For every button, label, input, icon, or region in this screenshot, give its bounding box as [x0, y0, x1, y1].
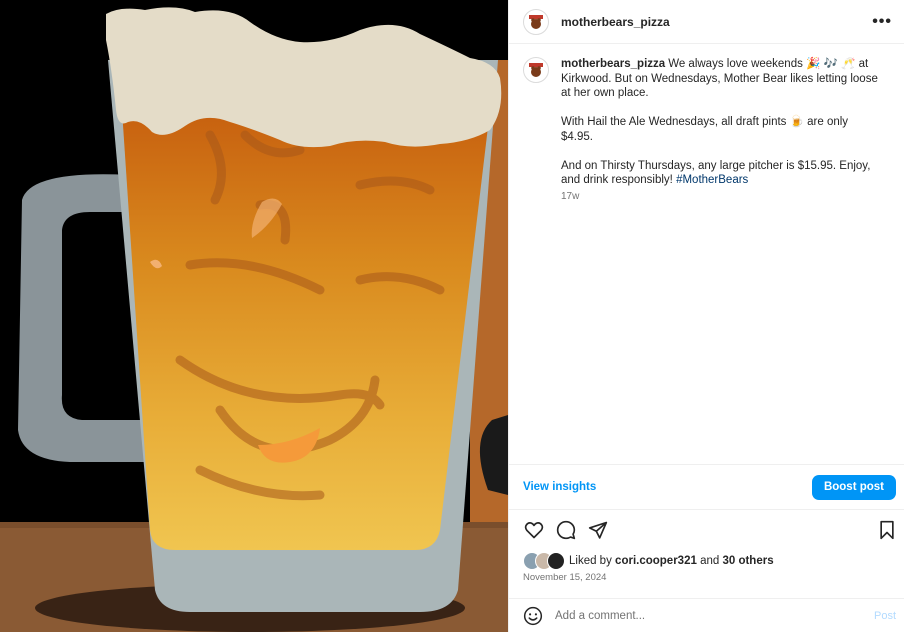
caption-avatar[interactable]: [523, 57, 549, 83]
caption-line-2: With Hail the Ale Wednesdays, all draft …: [561, 116, 849, 143]
comment-bar: Post: [509, 598, 904, 632]
caption-username[interactable]: motherbears_pizza: [561, 58, 665, 70]
comment-icon[interactable]: [555, 519, 577, 541]
comment-input[interactable]: [555, 609, 855, 622]
bookmark-icon[interactable]: [876, 519, 898, 541]
post-dialog: motherbears_pizza ••• motherbears_pizza W…: [0, 0, 904, 632]
action-bar: [523, 519, 898, 541]
view-insights-link[interactable]: View insights: [523, 481, 596, 493]
bear-logo-icon: [529, 63, 543, 77]
hashtag-link[interactable]: #MotherBears: [676, 174, 748, 186]
emoji-icon[interactable]: [523, 606, 543, 626]
boost-post-button[interactable]: Boost post: [811, 474, 896, 500]
post-header: motherbears_pizza •••: [509, 0, 904, 44]
likes-prefix: Liked by: [569, 555, 612, 567]
liker-username[interactable]: cori.cooper321: [615, 555, 697, 567]
profile-avatar[interactable]: [523, 8, 549, 35]
avatar: [547, 552, 565, 570]
likes-joiner: and: [700, 555, 720, 567]
share-icon[interactable]: [587, 519, 609, 541]
beer-mug-illustration: [0, 0, 508, 632]
more-horizontal-icon[interactable]: •••: [872, 13, 892, 31]
post-caption: motherbears_pizza We always love weekends…: [509, 44, 904, 204]
bear-logo-icon: [529, 14, 543, 29]
likes-summary: Liked by cori.cooper321 and 30 others: [523, 552, 774, 570]
heart-icon[interactable]: [523, 519, 545, 541]
post-comment-button[interactable]: Post: [874, 610, 896, 622]
likes-text: Liked by cori.cooper321 and 30 others: [569, 555, 774, 567]
post-sidebar: motherbears_pizza ••• motherbears_pizza W…: [508, 0, 904, 632]
post-date: November 15, 2024: [523, 572, 607, 583]
post-age: 17w: [561, 190, 580, 202]
likes-others-link[interactable]: 30 others: [722, 555, 773, 567]
liker-avatars[interactable]: [523, 552, 567, 570]
post-image[interactable]: [0, 0, 508, 632]
caption-text: motherbears_pizza We always love weekends…: [561, 57, 881, 204]
post-username[interactable]: motherbears_pizza: [561, 15, 670, 29]
insights-bar: View insights Boost post: [509, 464, 904, 510]
